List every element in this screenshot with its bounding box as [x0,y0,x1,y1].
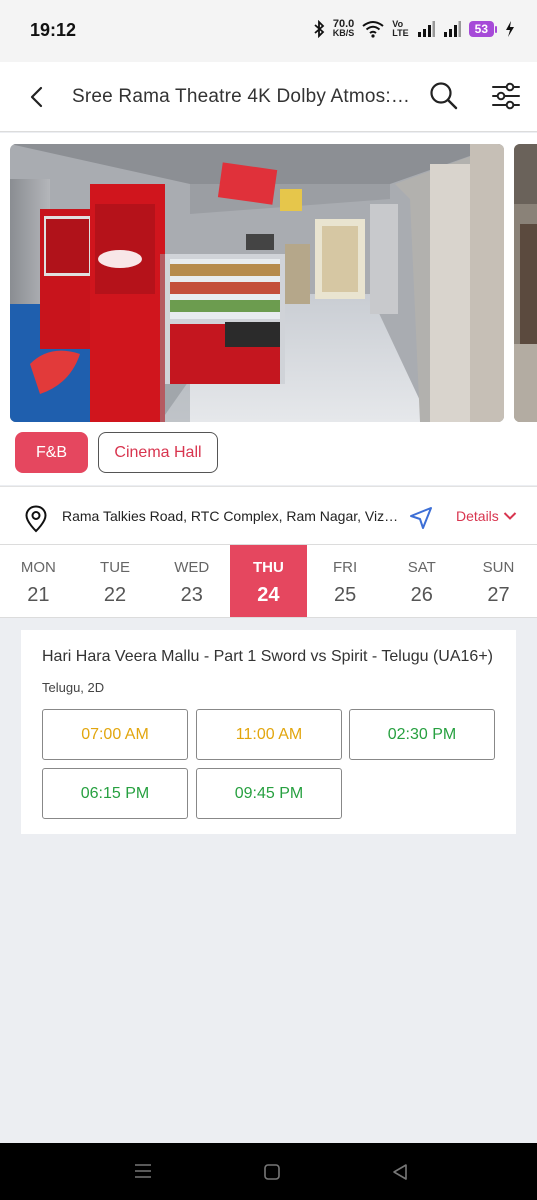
date-tue[interactable]: TUE 22 [77,545,154,617]
status-time: 19:12 [30,20,77,40]
chevron-down-icon [503,512,517,520]
date-sat[interactable]: SAT 26 [383,545,460,617]
details-label: Details [456,508,499,524]
bluetooth-icon [314,20,325,38]
battery-icon: 53 [468,21,497,37]
venue-photo-next[interactable] [514,144,537,422]
wifi-icon [362,21,384,38]
movie-title[interactable]: Hari Hara Veera Mallu - Part 1 Sword vs … [42,648,493,666]
location-pin-icon [25,505,47,533]
showtime-button[interactable]: 02:30 PM [349,709,495,760]
signal-icon [417,21,435,37]
showtime-button[interactable]: 11:00 AM [196,709,342,760]
search-button[interactable] [428,80,460,112]
net-speed: 70.0 KB/S [332,18,355,38]
filter-sliders-icon [492,82,520,110]
back-triangle-icon[interactable] [391,1163,409,1181]
venue-address-row: Rama Talkies Road, RTC Complex, Ram Naga… [0,486,537,544]
tag-fnb[interactable]: F&B [15,432,88,473]
date-thu-selected[interactable]: THU 24 [230,545,307,617]
page-title: Sree Rama Theatre 4K Dolby Atmos: Visakh… [72,86,412,107]
navigation-arrow-icon [410,507,432,529]
menu-icon[interactable] [134,1163,152,1179]
showtime-button[interactable]: 06:15 PM [42,768,188,819]
movie-language-format: Telugu, 2D [42,680,105,695]
venue-address: Rama Talkies Road, RTC Complex, Ram Naga… [62,508,402,524]
directions-button[interactable] [408,505,434,531]
date-mon[interactable]: MON 21 [0,545,77,617]
venue-photo[interactable] [10,144,504,422]
back-arrow-icon [30,86,43,108]
system-nav-bar [0,1143,537,1200]
volte-indicator: Vo LTE [392,19,409,38]
date-fri[interactable]: FRI 25 [307,545,384,617]
back-button[interactable] [22,82,52,112]
home-icon[interactable] [263,1163,281,1181]
search-icon [430,82,458,110]
date-wed[interactable]: WED 23 [153,545,230,617]
status-icons: 70.0 KB/S Vo LTE 53 [313,18,515,38]
signal-icon [443,21,461,37]
showtime-button[interactable]: 09:45 PM [196,768,342,819]
filter-button[interactable] [490,80,522,112]
venue-gallery: F&B Cinema Hall [0,133,537,485]
date-sun[interactable]: SUN 27 [460,545,537,617]
details-toggle[interactable]: Details [456,508,517,524]
movie-showtimes-card: Hari Hara Veera Mallu - Part 1 Sword vs … [21,630,516,834]
status-bar: 19:12 70.0 KB/S Vo LTE 53 [0,0,537,62]
date-selector: MON 21 TUE 22 WED 23 THU 24 FRI 25 SAT 26 SUN 2… [0,544,537,618]
tag-cinema-hall[interactable]: Cinema Hall [98,432,218,473]
showtime-button[interactable]: 07:00 AM [42,709,188,760]
app-header: Sree Rama Theatre 4K Dolby Atmos: Visakh… [0,62,537,132]
charging-icon [506,21,514,37]
